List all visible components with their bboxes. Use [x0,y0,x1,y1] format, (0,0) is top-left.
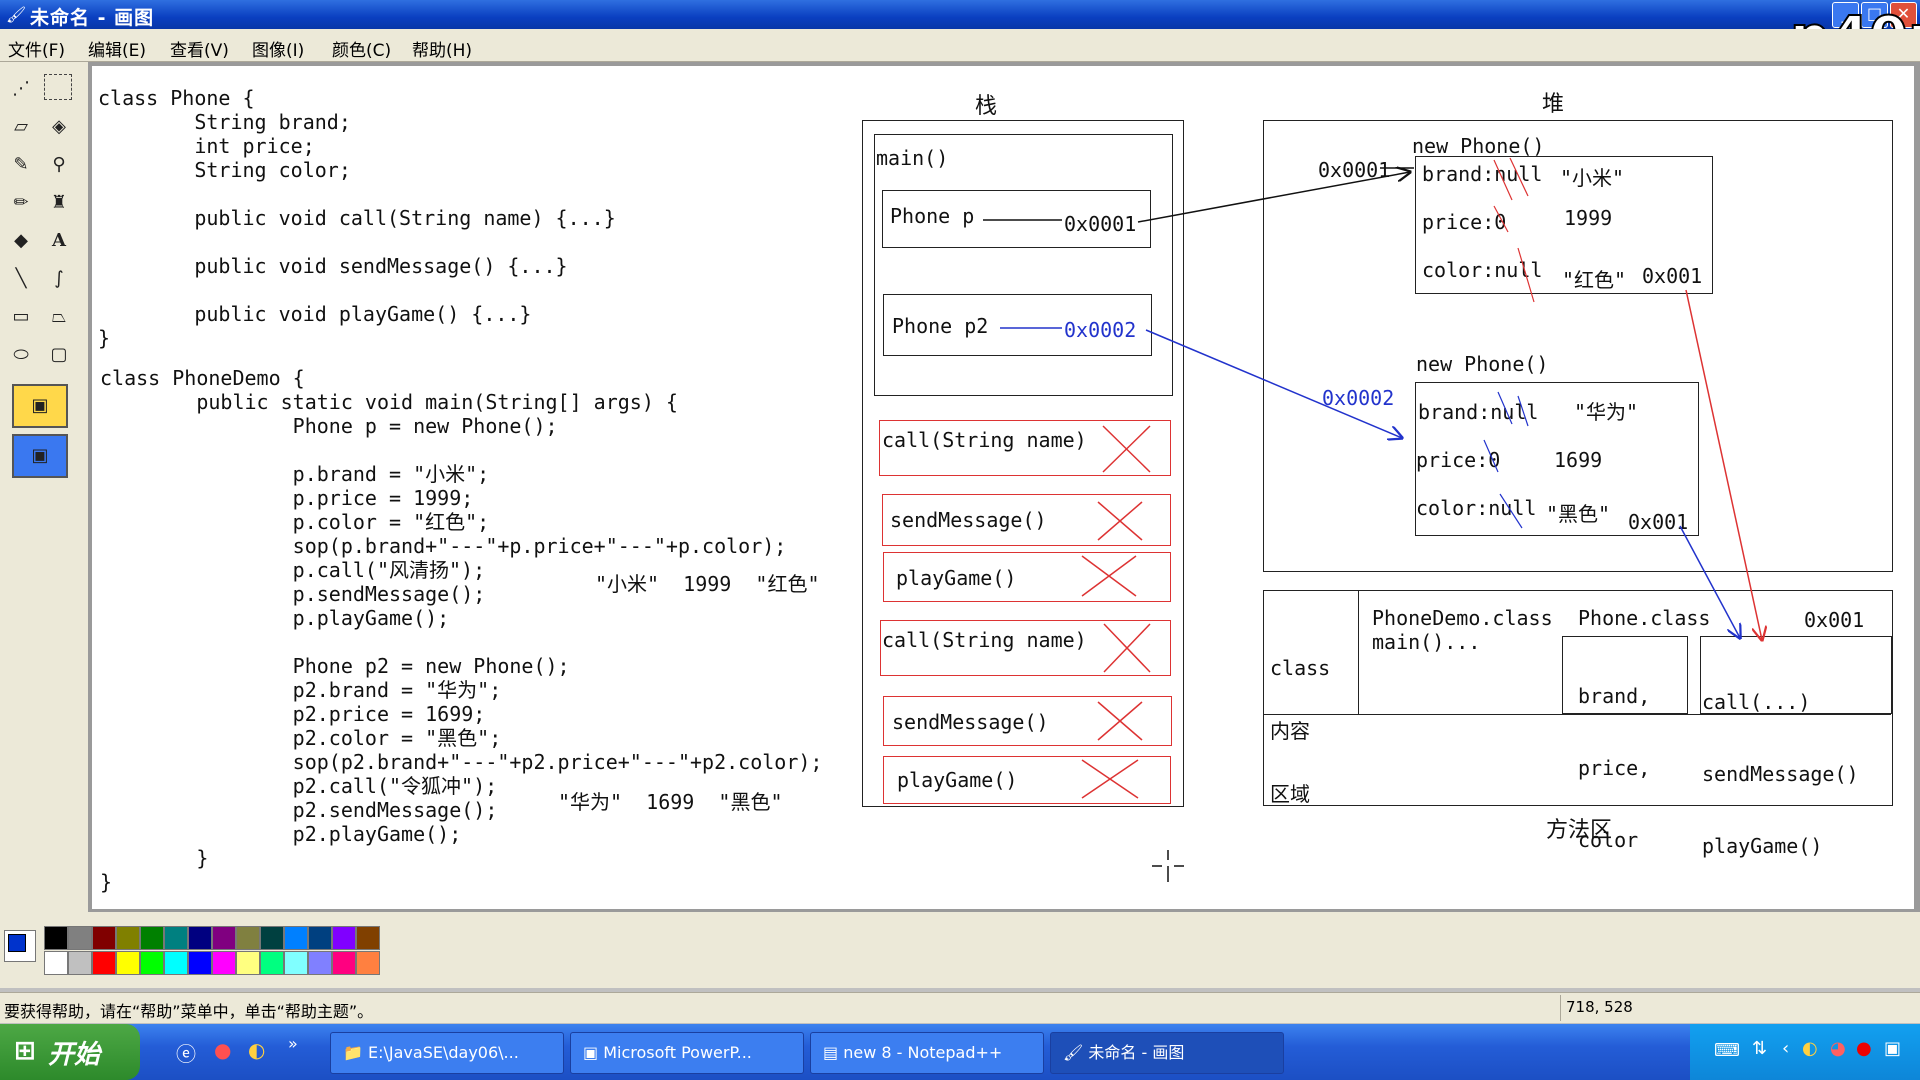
display-icon[interactable]: ▣ [1884,1038,1901,1059]
crosshair-cursor-icon [1152,850,1184,882]
palette-swatch[interactable] [332,951,356,975]
palette-swatch[interactable] [260,926,284,950]
palette-swatch[interactable] [308,951,332,975]
palette-swatch[interactable] [284,951,308,975]
task-notepadpp-label: new 8 - Notepad++ [843,1043,1003,1062]
palette-swatch[interactable] [92,951,116,975]
palette-swatch[interactable] [212,926,236,950]
cursor-coordinates: 718, 528 [1566,998,1633,1016]
status-help-text: 要获得帮助，请在“帮助”菜单中，单击“帮助主题”。 [4,1002,374,1021]
frame-cross-marks [1081,425,1151,799]
powerpoint-icon: ▣ [583,1043,604,1062]
palette-swatches [44,926,384,980]
palette-swatch[interactable] [284,926,308,950]
status-bar: 要获得帮助，请在“帮助”菜单中，单击“帮助主题”。 718, 528 [0,992,1920,1023]
palette-swatch[interactable] [164,951,188,975]
task-explorer[interactable]: 📁 E:\JavaSE\day06\... [330,1032,564,1074]
quicklaunch-ie-icon[interactable]: ⓔ [176,1038,196,1067]
system-tray: ⌨ ⇅ ‹ ◐ ◕ ● ▣ [1690,1024,1920,1080]
palette-swatch[interactable] [356,926,380,950]
palette-swatch[interactable] [260,951,284,975]
overwritten-value-marks [1493,157,1535,303]
palette-swatch[interactable] [92,926,116,950]
palette-swatch[interactable] [116,951,140,975]
task-notepadpp[interactable]: ▤ new 8 - Notepad++ [810,1032,1044,1074]
task-explorer-label: E:\JavaSE\day06\... [368,1043,519,1062]
palette-swatch[interactable] [212,951,236,975]
palette-swatch[interactable] [164,926,188,950]
quicklaunch-media-icon[interactable]: ● [214,1038,231,1062]
antivirus-icon[interactable]: ◕ [1830,1038,1846,1059]
status-divider [1560,995,1561,1021]
windows-logo-icon: ⊞ [14,1036,36,1066]
palette-swatch[interactable] [68,951,92,975]
palette-swatch[interactable] [140,951,164,975]
start-button[interactable]: ⊞ 开始 [0,1024,140,1080]
current-colors[interactable] [4,930,36,962]
messenger-icon[interactable]: ◐ [1802,1038,1818,1059]
notepad-icon: ▤ [823,1043,844,1062]
task-powerpoint-label: Microsoft PowerP... [603,1043,752,1062]
palette-swatch[interactable] [236,951,260,975]
palette-swatch[interactable] [308,926,332,950]
palette-swatch[interactable] [188,951,212,975]
tray-arrow-icon[interactable]: ‹ [1782,1038,1789,1059]
keyboard-icon[interactable]: ⌨ [1714,1040,1740,1061]
network-icon[interactable]: ⇅ [1752,1038,1767,1059]
palette-swatch[interactable] [116,926,140,950]
task-paint-label: 未命名 - 画图 [1088,1043,1185,1062]
palette-swatch[interactable] [188,926,212,950]
start-label: 开始 [48,1040,101,1070]
palette-swatch[interactable] [356,951,380,975]
palette-swatch[interactable] [140,926,164,950]
paint-icon: 🖌 [1063,1043,1089,1062]
record-icon[interactable]: ● [1856,1038,1872,1059]
quicklaunch-more-icon[interactable]: » [288,1034,298,1053]
folder-icon: 📁 [343,1043,369,1062]
palette-swatch[interactable] [44,951,68,975]
overwritten-value-marks-2 [1483,391,1529,529]
palette-swatch[interactable] [332,926,356,950]
color-palette [0,912,1920,988]
quicklaunch-app-icon[interactable]: ◐ [248,1038,265,1062]
task-paint[interactable]: 🖌 未命名 - 画图 [1050,1032,1284,1074]
palette-swatch[interactable] [68,926,92,950]
task-powerpoint[interactable]: ▣ Microsoft PowerP... [570,1032,804,1074]
palette-swatch[interactable] [44,926,68,950]
palette-swatch[interactable] [236,926,260,950]
